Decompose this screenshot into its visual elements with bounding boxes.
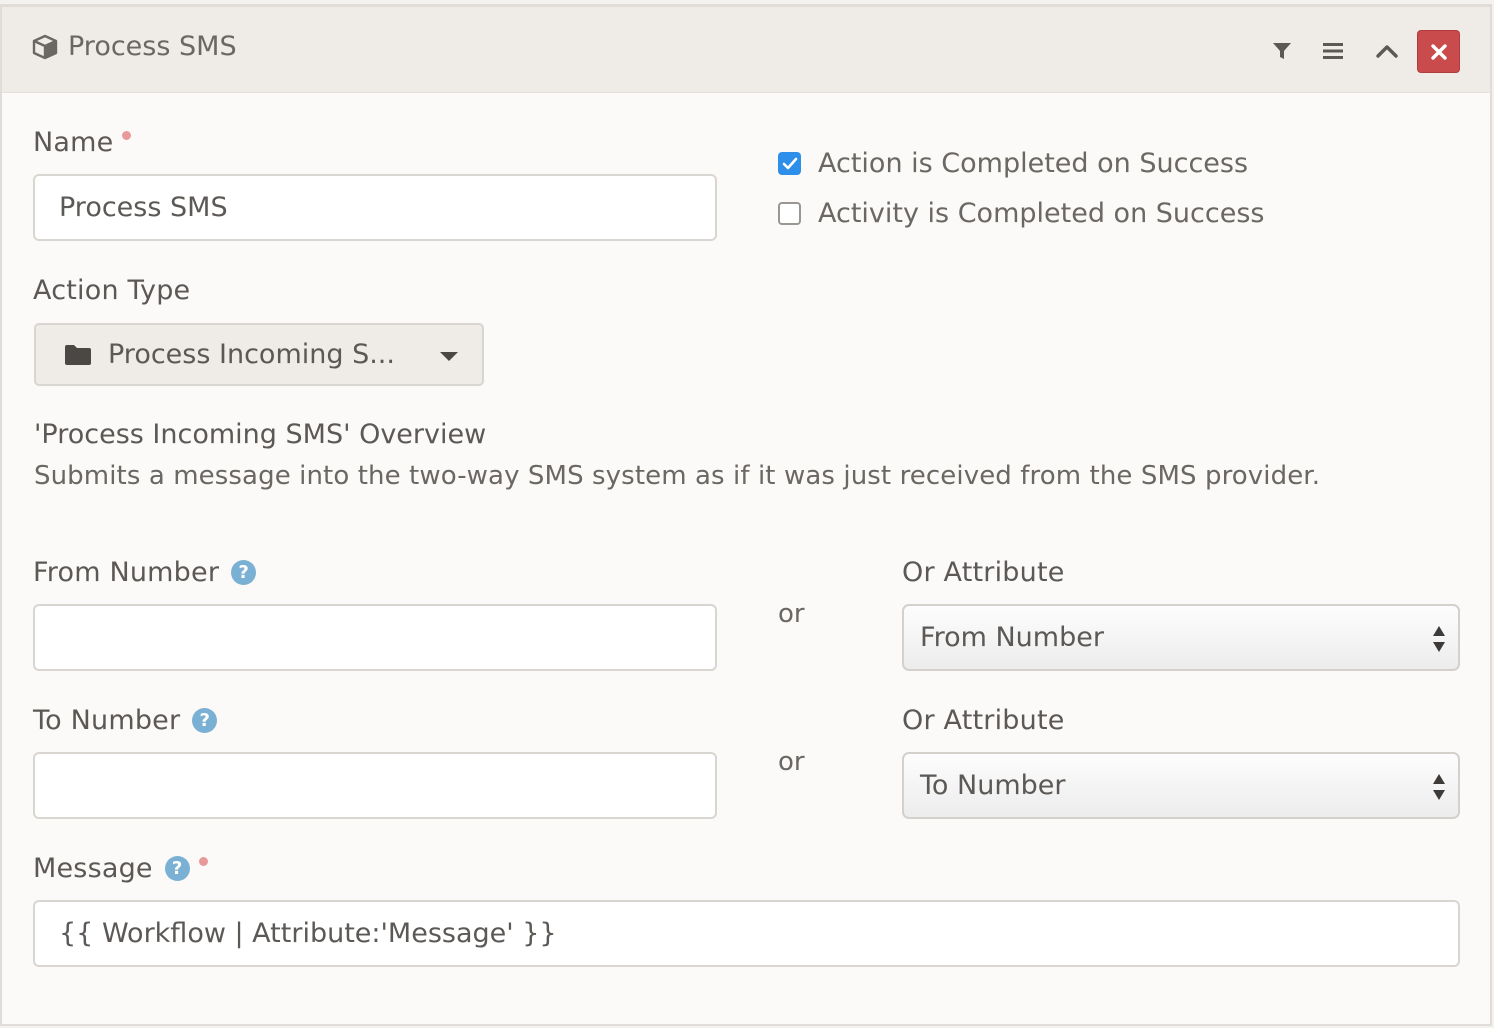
from-number-input[interactable] <box>33 604 717 671</box>
action-type-label-text: Action Type <box>33 275 191 306</box>
required-indicator <box>198 857 208 866</box>
message-label: Message ? <box>33 853 208 884</box>
panel-header: Process SMS <box>2 7 1490 93</box>
message-label-text: Message <box>33 853 153 884</box>
action-completed-checkbox-row[interactable]: Action is Completed on Success <box>778 148 1248 179</box>
folder-icon <box>65 344 91 365</box>
menu-icon <box>1323 43 1343 59</box>
from-attribute-select[interactable]: From Number <box>902 604 1460 671</box>
panel-title: Process SMS <box>32 31 237 62</box>
overview-description: Submits a message into the two-way SMS s… <box>34 461 1321 491</box>
to-attribute-label-text: Or Attribute <box>902 705 1065 736</box>
delete-button[interactable] <box>1417 30 1460 73</box>
message-input[interactable]: {{ Workflow | Attribute:'Message' }} <box>33 900 1460 967</box>
help-icon[interactable]: ? <box>231 560 257 585</box>
select-arrows-icon <box>1433 626 1445 652</box>
to-attribute-value: To Number <box>920 770 1066 801</box>
overview-title: 'Process Incoming SMS' Overview <box>34 419 487 450</box>
help-icon[interactable]: ? <box>192 708 218 733</box>
menu-button[interactable] <box>1315 33 1351 69</box>
filter-icon <box>1273 43 1291 59</box>
chevron-up-icon <box>1376 45 1398 58</box>
or-text: or <box>778 747 805 777</box>
to-number-label-text: To Number <box>33 705 181 736</box>
to-attribute-label: Or Attribute <box>902 705 1065 736</box>
from-attribute-value: From Number <box>920 622 1104 653</box>
name-input[interactable]: Process SMS <box>33 174 717 241</box>
close-icon <box>1430 43 1447 60</box>
action-completed-label: Action is Completed on Success <box>818 148 1249 179</box>
from-attribute-label: Or Attribute <box>902 557 1065 588</box>
required-indicator <box>122 131 132 140</box>
or-text: or <box>778 599 805 629</box>
action-type-label: Action Type <box>33 275 190 306</box>
select-arrows-icon <box>1433 774 1445 800</box>
from-number-label: From Number ? <box>33 557 257 588</box>
from-attribute-label-text: Or Attribute <box>902 557 1065 588</box>
action-type-picker[interactable]: Process Incoming S... <box>34 323 484 386</box>
name-input-value: Process SMS <box>59 192 228 223</box>
to-number-input[interactable] <box>33 752 717 819</box>
from-number-label-text: From Number <box>33 557 220 588</box>
panel-title-text: Process SMS <box>68 31 237 62</box>
action-type-value: Process Incoming S... <box>108 339 395 370</box>
help-icon[interactable]: ? <box>164 856 190 881</box>
cube-icon <box>32 34 58 59</box>
activity-completed-checkbox[interactable] <box>778 202 801 225</box>
workflow-action-panel: Process SMS Name Process SMS Action is C… <box>0 4 1492 1026</box>
to-number-label: To Number ? <box>33 705 218 736</box>
to-attribute-select[interactable]: To Number <box>902 752 1460 819</box>
checkmark-icon <box>782 157 797 169</box>
action-completed-checkbox[interactable] <box>778 152 801 175</box>
name-label: Name <box>33 127 132 158</box>
name-label-text: Name <box>33 127 114 158</box>
activity-completed-checkbox-row[interactable]: Activity is Completed on Success <box>778 198 1264 229</box>
activity-completed-label: Activity is Completed on Success <box>818 198 1265 229</box>
collapse-button[interactable] <box>1369 33 1405 69</box>
message-input-value: {{ Workflow | Attribute:'Message' }} <box>59 918 557 949</box>
caret-down-icon <box>440 352 458 361</box>
filter-button[interactable] <box>1264 33 1300 69</box>
